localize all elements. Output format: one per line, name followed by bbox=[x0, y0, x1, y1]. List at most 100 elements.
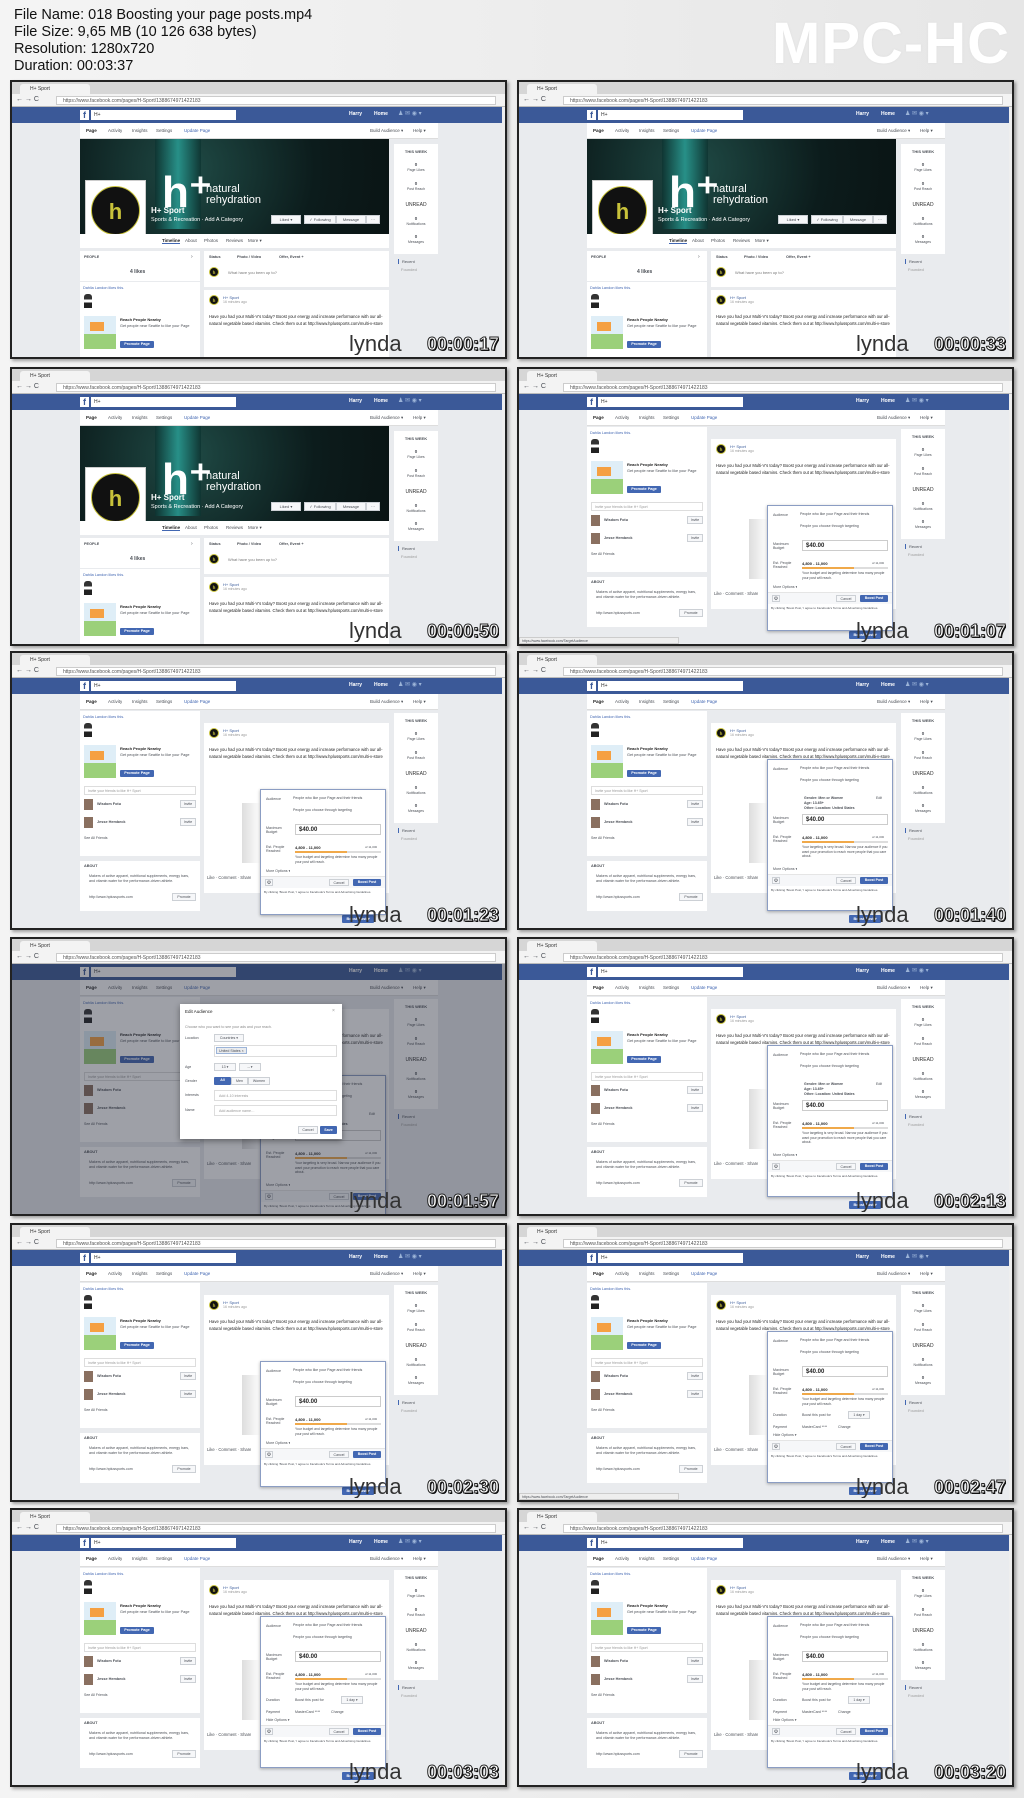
help-dropdown[interactable]: Help ▾ bbox=[920, 415, 933, 421]
stat-label[interactable]: Page Likes bbox=[394, 168, 438, 172]
budget-select[interactable]: $40.00 bbox=[295, 1396, 381, 1407]
nav-settings[interactable]: Settings bbox=[156, 415, 172, 420]
browser-scrollbar[interactable] bbox=[502, 1535, 505, 1785]
friend-name[interactable]: Jesse Hembeck bbox=[604, 1392, 633, 1396]
cancel-button[interactable]: Cancel bbox=[836, 595, 856, 602]
browser-scrollbar[interactable] bbox=[502, 1250, 505, 1500]
stat-label[interactable]: Messages bbox=[394, 1381, 438, 1385]
url-field[interactable]: https://www.facebook.com/pages/H-Sport/1… bbox=[563, 1239, 1003, 1248]
invite-button[interactable]: Invite bbox=[180, 1657, 196, 1665]
timeline-link-founded[interactable]: Founded bbox=[908, 836, 924, 841]
about-url[interactable]: http://www.hplussports.com bbox=[596, 1467, 640, 1471]
post-time[interactable]: 16 minutes ago bbox=[223, 587, 247, 591]
tab-reviews[interactable]: Reviews bbox=[226, 525, 243, 530]
boost-post-button[interactable]: Boost Post bbox=[860, 595, 888, 602]
profile-link[interactable]: Harry bbox=[856, 968, 869, 974]
composer-tab[interactable]: Status bbox=[209, 542, 221, 546]
budget-select[interactable]: $40.00 bbox=[802, 1100, 888, 1111]
stat-label[interactable]: Messages bbox=[394, 527, 438, 531]
cancel-button[interactable]: Cancel bbox=[836, 1443, 856, 1450]
stat-label[interactable]: Notifications bbox=[394, 509, 438, 513]
nav-page[interactable]: Page bbox=[593, 1556, 604, 1561]
about-promote-button[interactable]: Promote bbox=[172, 1750, 196, 1758]
audience-option-targeting[interactable]: People you choose through targeting bbox=[800, 1350, 888, 1355]
facebook-search-input[interactable]: H+ bbox=[91, 397, 236, 407]
facebook-search-input[interactable]: H+ bbox=[91, 110, 236, 120]
invite-button[interactable]: Invite bbox=[687, 1372, 703, 1380]
invite-button[interactable]: Invite bbox=[687, 1086, 703, 1094]
post-time[interactable]: 16 minutes ago bbox=[730, 1590, 754, 1594]
stat-label[interactable]: Messages bbox=[901, 1095, 945, 1099]
hide-options-link[interactable]: Hide Options ▾ bbox=[773, 1718, 797, 1722]
nav-insights[interactable]: Insights bbox=[132, 1271, 148, 1276]
nav-page[interactable]: Page bbox=[593, 1271, 604, 1276]
age-min-select[interactable]: 13 ▾ bbox=[214, 1063, 236, 1071]
tab-timeline[interactable]: Timeline bbox=[162, 238, 181, 244]
audience-option-targeting[interactable]: People you choose through targeting bbox=[800, 524, 888, 529]
timeline-link-founded[interactable]: Founded bbox=[401, 267, 417, 272]
promote-page-button[interactable]: Promote Page bbox=[627, 1342, 661, 1349]
audience-option-targeting[interactable]: People you choose through targeting bbox=[800, 778, 888, 783]
profile-link[interactable]: Harry bbox=[856, 1539, 869, 1545]
promote-page-button[interactable]: Promote Page bbox=[120, 628, 154, 635]
timeline-link-recent[interactable]: Recent bbox=[398, 1685, 415, 1690]
browser-scrollbar[interactable] bbox=[1009, 964, 1012, 1214]
stat-label[interactable]: Notifications bbox=[901, 507, 945, 511]
post-actions[interactable]: Like · Comment · Share bbox=[714, 875, 758, 880]
browser-tab[interactable]: H+ Sport bbox=[527, 941, 597, 951]
about-url[interactable]: http://www.hplussports.com bbox=[89, 1752, 133, 1756]
nav-activity[interactable]: Activity bbox=[615, 1556, 629, 1561]
liked-button[interactable]: Liked ▾ bbox=[271, 502, 301, 511]
tab-reviews[interactable]: Reviews bbox=[733, 238, 750, 243]
profile-link[interactable]: Harry bbox=[856, 682, 869, 688]
cancel-button[interactable]: Cancel bbox=[329, 1728, 349, 1735]
tab-photos[interactable]: Photos bbox=[204, 238, 218, 243]
nav-update-page[interactable]: Update Page bbox=[691, 415, 717, 420]
nav-insights[interactable]: Insights bbox=[132, 128, 148, 133]
browser-tab[interactable]: H+ Sport bbox=[20, 941, 90, 951]
facebook-search-input[interactable]: H+ bbox=[598, 1538, 743, 1548]
stat-label[interactable]: Page Likes bbox=[901, 1309, 945, 1313]
nav-page[interactable]: Page bbox=[593, 985, 604, 990]
stat-label[interactable]: Notifications bbox=[394, 222, 438, 226]
notification-icons[interactable]: ♟ ✉ ◉ ▾ bbox=[905, 967, 929, 974]
settings-gear-icon[interactable]: ⚙ bbox=[265, 879, 273, 886]
nav-back-icon[interactable]: ← → C bbox=[16, 96, 39, 103]
friend-name[interactable]: Wisdom Fotu bbox=[604, 802, 628, 806]
build-audience-dropdown[interactable]: Build Audience ▾ bbox=[370, 699, 403, 705]
change-payment-link[interactable]: Change bbox=[838, 1425, 851, 1429]
more-options-link[interactable]: More Options ▾ bbox=[773, 1153, 797, 1157]
about-promote-button[interactable]: Promote bbox=[679, 1179, 703, 1187]
nav-settings[interactable]: Settings bbox=[663, 985, 679, 990]
browser-tab[interactable]: H+ Sport bbox=[20, 1227, 90, 1237]
nav-back-icon[interactable]: ← → C bbox=[16, 383, 39, 390]
following-button[interactable]: ✓ Following bbox=[304, 502, 336, 511]
help-dropdown[interactable]: Help ▾ bbox=[920, 1271, 933, 1277]
timeline-link-founded[interactable]: Founded bbox=[908, 267, 924, 272]
see-all-friends-link[interactable]: See All Friends bbox=[84, 1408, 108, 1412]
budget-select[interactable]: $40.00 bbox=[295, 1651, 381, 1662]
edit-targeting-link[interactable]: Edit bbox=[876, 1082, 882, 1086]
tab-photos[interactable]: Photos bbox=[204, 525, 218, 530]
url-field[interactable]: https://www.facebook.com/pages/H-Sport/1… bbox=[563, 383, 1003, 392]
tab-timeline[interactable]: Timeline bbox=[162, 525, 181, 531]
browser-scrollbar[interactable] bbox=[1009, 107, 1012, 357]
about-url[interactable]: http://www.hplussports.com bbox=[596, 1752, 640, 1756]
audience-option-page[interactable]: People who like your Page and their frie… bbox=[293, 1623, 381, 1628]
boost-post-button[interactable]: Boost Post bbox=[353, 1728, 381, 1735]
nav-page[interactable]: Page bbox=[86, 699, 97, 704]
nav-settings[interactable]: Settings bbox=[156, 1271, 172, 1276]
stat-label[interactable]: Page Likes bbox=[394, 1594, 438, 1598]
nav-activity[interactable]: Activity bbox=[108, 128, 122, 133]
composer-input[interactable]: What have you been up to? bbox=[735, 270, 784, 275]
settings-gear-icon[interactable]: ⚙ bbox=[772, 1443, 780, 1450]
stat-label[interactable]: Notifications bbox=[901, 1077, 945, 1081]
profile-link[interactable]: Harry bbox=[349, 682, 362, 688]
nav-activity[interactable]: Activity bbox=[615, 415, 629, 420]
url-field[interactable]: https://www.facebook.com/pages/H-Sport/1… bbox=[56, 383, 496, 392]
country-token[interactable]: United States × bbox=[216, 1047, 247, 1054]
hide-options-link[interactable]: Hide Options ▾ bbox=[266, 1718, 290, 1722]
url-field[interactable]: https://www.facebook.com/pages/H-Sport/1… bbox=[563, 1524, 1003, 1533]
help-dropdown[interactable]: Help ▾ bbox=[920, 128, 933, 134]
promote-page-button[interactable]: Promote Page bbox=[627, 486, 661, 493]
